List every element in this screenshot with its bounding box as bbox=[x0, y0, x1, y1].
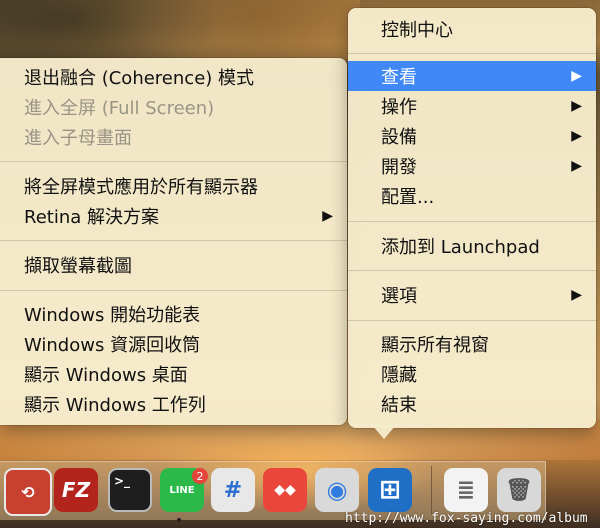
icon-glyph: ⊞ bbox=[379, 475, 401, 505]
menu-item-quit[interactable]: 結束 bbox=[348, 389, 596, 419]
menu-item-windows-recycle-bin[interactable]: Windows 資源回收筒 bbox=[0, 329, 347, 359]
wallpaper-rock bbox=[0, 0, 360, 60]
menu-item-show-windows-desktop[interactable]: 顯示 Windows 桌面 bbox=[0, 359, 347, 389]
menu-item-add-to-launchpad[interactable]: 添加到 Launchpad bbox=[348, 231, 596, 261]
submenu-arrow-icon: ▶ bbox=[322, 208, 333, 224]
running-indicator bbox=[177, 518, 181, 522]
menu-item-label: 結束 bbox=[381, 395, 417, 416]
menu-item-show-windows-taskbar[interactable]: 顯示 Windows 工作列 bbox=[0, 389, 347, 419]
menu-item-retina-resolution[interactable]: Retina 解決方案 ▶ bbox=[0, 201, 347, 231]
menu-item-develop[interactable]: 開發 ▶ bbox=[348, 151, 596, 181]
menu-item-hide[interactable]: 隱藏 bbox=[348, 359, 596, 389]
menu-item-label: 顯示 Windows 工作列 bbox=[24, 395, 206, 416]
menu-separator bbox=[348, 53, 596, 54]
menu-separator bbox=[0, 240, 347, 241]
icon-glyph: ⟲ bbox=[21, 482, 35, 502]
menu-item-label: 添加到 Launchpad bbox=[381, 237, 540, 258]
filezilla-icon[interactable]: FZ bbox=[54, 468, 98, 512]
menu-separator bbox=[348, 221, 596, 222]
icon-glyph: # bbox=[223, 477, 243, 503]
line-notification-badge: 2 bbox=[192, 468, 208, 484]
menu-item-screenshot[interactable]: 擷取螢幕截圖 bbox=[0, 250, 347, 280]
trash-icon[interactable]: 🗑 bbox=[497, 468, 541, 512]
dock-divider bbox=[431, 466, 432, 514]
menu-item-label: Windows 開始功能表 bbox=[24, 305, 201, 326]
icon-glyph: LINE bbox=[169, 484, 195, 496]
document-stack-icon[interactable]: ≣ bbox=[444, 468, 488, 512]
menu-item-view[interactable]: 查看 ▶ bbox=[348, 61, 596, 91]
submenu-arrow-icon: ▶ bbox=[571, 68, 582, 84]
parallels-coherence-menu: 退出融合 (Coherence) 模式 進入全屏 (Full Screen) 進… bbox=[0, 58, 347, 425]
icon-glyph: ≣ bbox=[456, 477, 476, 503]
menu-separator bbox=[348, 270, 596, 271]
menu-item-enter-fullscreen: 進入全屏 (Full Screen) bbox=[0, 92, 347, 122]
hashtag-app-icon[interactable]: # bbox=[211, 468, 255, 512]
submenu-arrow-icon: ▶ bbox=[571, 287, 582, 303]
menu-item-exit-coherence[interactable]: 退出融合 (Coherence) 模式 bbox=[0, 62, 347, 92]
remote-desktop-icon[interactable]: ⟲ bbox=[4, 468, 52, 516]
icon-glyph: FZ bbox=[61, 478, 91, 502]
menu-item-label: 操作 bbox=[381, 97, 417, 118]
menu-item-options[interactable]: 選項 ▶ bbox=[348, 280, 596, 310]
chrome-parallels-icon[interactable]: ◉ bbox=[315, 468, 359, 512]
icon-glyph: ◆◆ bbox=[274, 482, 296, 498]
terminal-icon[interactable]: >_ bbox=[108, 468, 152, 512]
dock-app-context-menu: 控制中心 查看 ▶ 操作 ▶ 設備 ▶ 開發 ▶ 配置... 添加到 Launc… bbox=[348, 8, 596, 428]
submenu-arrow-icon: ▶ bbox=[571, 158, 582, 174]
menu-separator bbox=[348, 320, 596, 321]
menu-item-devices[interactable]: 設備 ▶ bbox=[348, 121, 596, 151]
menu-item-label: 擷取螢幕截圖 bbox=[24, 256, 132, 277]
watermark-url: http://www.fox-saying.com/album bbox=[345, 511, 588, 526]
menu-item-picture-in-picture: 進入子母畫面 bbox=[0, 122, 347, 152]
menu-item-label: 顯示 Windows 桌面 bbox=[24, 365, 188, 386]
windows-icon[interactable]: ⊞ bbox=[368, 468, 412, 512]
menu-item-configure[interactable]: 配置... bbox=[348, 181, 596, 211]
menu-item-label: 查看 bbox=[381, 67, 417, 88]
submenu-arrow-icon: ▶ bbox=[571, 98, 582, 114]
menu-item-label: 控制中心 bbox=[381, 20, 453, 41]
menu-separator bbox=[0, 161, 347, 162]
icon-glyph: ◉ bbox=[326, 476, 348, 504]
menu-item-show-all-windows[interactable]: 顯示所有視窗 bbox=[348, 329, 596, 359]
menu-item-label: 將全屏模式應用於所有顯示器 bbox=[24, 177, 258, 198]
menu-item-label: 顯示所有視窗 bbox=[381, 335, 489, 356]
anydesk-icon[interactable]: ◆◆ bbox=[263, 468, 307, 512]
menu-item-label: 開發 bbox=[381, 157, 417, 178]
menu-item-label: 退出融合 (Coherence) 模式 bbox=[24, 68, 255, 89]
menu-item-actions[interactable]: 操作 ▶ bbox=[348, 91, 596, 121]
menu-item-label: Windows 資源回收筒 bbox=[24, 335, 201, 356]
submenu-arrow-icon: ▶ bbox=[571, 128, 582, 144]
menu-item-label: 設備 bbox=[381, 127, 417, 148]
icon-glyph: 🗑 bbox=[505, 477, 533, 503]
menu-item-label: 隱藏 bbox=[381, 365, 417, 386]
menu-item-label: 進入子母畫面 bbox=[24, 128, 132, 149]
menu-item-label: 選項 bbox=[381, 286, 417, 307]
menu-item-windows-start-menu[interactable]: Windows 開始功能表 bbox=[0, 299, 347, 329]
menu-item-fullscreen-all-displays[interactable]: 將全屏模式應用於所有顯示器 bbox=[0, 171, 347, 201]
menu-pointer bbox=[372, 425, 396, 439]
menu-item-control-center[interactable]: 控制中心 bbox=[348, 14, 596, 44]
icon-glyph: >_ bbox=[114, 474, 131, 488]
menu-item-label: 進入全屏 (Full Screen) bbox=[24, 98, 215, 119]
menu-item-label: Retina 解決方案 bbox=[24, 207, 159, 228]
menu-separator bbox=[0, 290, 347, 291]
menu-item-label: 配置... bbox=[381, 187, 435, 208]
